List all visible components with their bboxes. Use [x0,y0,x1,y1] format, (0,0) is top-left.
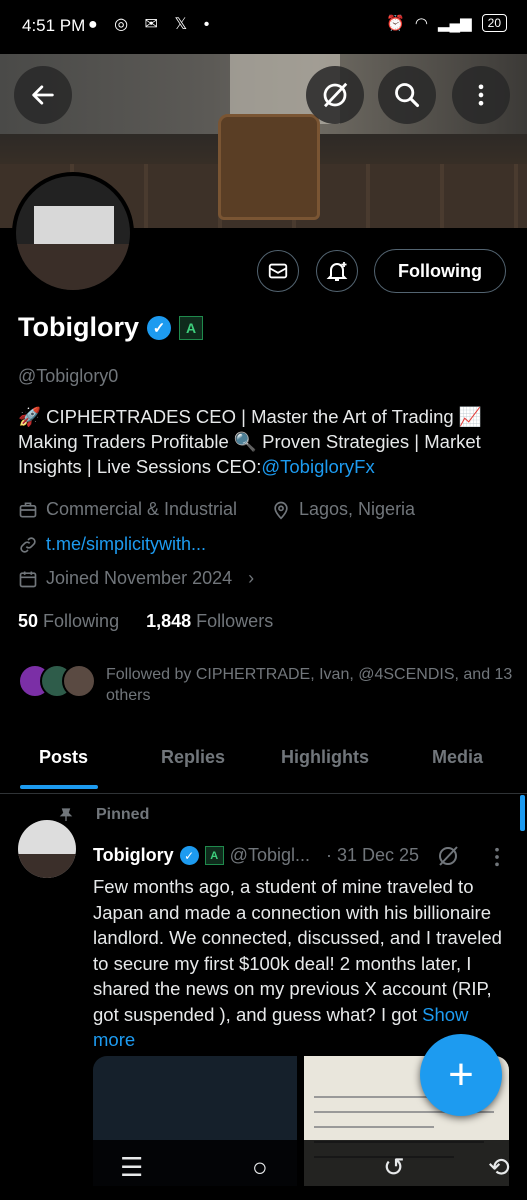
post-text-body: Few months ago, a student of mine travel… [93,876,502,1025]
tab-posts[interactable]: Posts [39,747,88,768]
link-icon [20,536,36,553]
profile-joined[interactable]: Joined November 2024 › [18,568,254,589]
grok-icon[interactable] [306,66,364,124]
status-time: 4:51 PM [22,16,86,35]
affiliate-badge-icon: A [204,846,224,865]
rotate-icon[interactable]: ⟲ [488,1152,510,1183]
wifi-icon: ◠ [414,15,428,32]
notification-icons: ● ◎ ✉ 𝕏 • [88,16,216,33]
profile-name: Tobiglory ✓ A [18,312,203,343]
post-author-handle: @Tobigl... [229,845,310,865]
tab-replies[interactable]: Replies [161,747,225,768]
status-bar: 4:51 PM ● ◎ ✉ 𝕏 • ⏰ ◠ ▂▄▆ 20 [0,0,527,54]
alarm-icon: ⏰ [386,15,405,32]
verified-icon[interactable]: ✓ [147,315,171,340]
location-text: Lagos, Nigeria [299,499,416,519]
location-pin-icon [274,501,288,520]
battery-icon: 20 [481,14,507,32]
post-text: Few months ago, a student of mine travel… [93,874,508,1053]
followers-count-link[interactable]: 1,848 Followers [146,611,273,631]
signal-icon: ▂▄▆ [437,15,472,32]
scrollbar[interactable] [520,795,525,831]
profile-website: t.me/simplicitywith... [18,534,206,555]
verified-icon: ✓ [179,846,199,865]
profile-bio: 🚀 CIPHERTRADES CEO | Master the Art of T… [18,404,513,479]
follow-counts: 50 Following 1,848 Followers [18,611,273,632]
bio-mention-link[interactable]: @TobigloryFx [261,456,374,477]
followed-by[interactable]: Followed by CIPHERTRADE, Ivan, @4SCENDIS… [18,664,516,706]
display-name: Tobiglory [18,312,139,342]
home-icon[interactable]: ○ [252,1152,268,1183]
more-vertical-icon[interactable] [452,66,510,124]
post-more-icon[interactable] [490,846,504,873]
system-nav-bar: ☰ ○ ↺ ⟲ [0,1140,527,1200]
affiliate-badge-icon[interactable]: A [179,315,203,340]
compose-plus-icon[interactable]: + [420,1034,502,1116]
post-date[interactable]: · 31 Dec 25 [326,845,419,866]
active-tab-indicator [20,785,98,789]
chevron-right-icon: › [248,568,255,588]
tab-media[interactable]: Media [432,747,483,768]
system-icons: ⏰ ◠ ▂▄▆ 20 [386,14,507,32]
tab-highlights[interactable]: Highlights [281,747,369,768]
grok-icon[interactable] [436,844,460,873]
pinned-label: Pinned [58,806,149,824]
following-button[interactable]: Following [374,249,506,293]
briefcase-icon [19,502,37,517]
followed-by-text: Followed by CIPHERTRADE, Ivan, @4SCENDIS… [106,666,513,704]
profile-location: Lagos, Nigeria [271,499,415,520]
category-text: Commercial & Industrial [46,499,238,519]
post-author-avatar[interactable] [18,820,76,878]
pin-icon [59,808,73,821]
post-author-name[interactable]: Tobiglory [93,845,174,866]
recent-apps-icon[interactable]: ☰ [120,1152,143,1183]
profile-handle: @Tobiglory0 [18,366,119,386]
calendar-icon [19,571,37,587]
joined-text: Joined November 2024 [46,568,233,588]
notification-bell-icon[interactable] [316,250,358,292]
profile-avatar[interactable] [12,172,134,294]
mail-icon[interactable] [257,250,299,292]
bio-text: 🚀 CIPHERTRADES CEO | Master the Art of T… [18,406,482,477]
post-header: Tobiglory ✓ A @Tobigl... · 31 Dec 25 [93,845,419,866]
follower-avatar [62,664,96,698]
following-count-link[interactable]: 50 Following [18,611,119,631]
search-icon[interactable] [378,66,436,124]
profile-category: Commercial & Industrial [18,499,237,520]
back-icon[interactable]: ↺ [383,1152,405,1183]
back-arrow-icon[interactable] [14,66,72,124]
website-link[interactable]: t.me/simplicitywith... [46,534,206,555]
